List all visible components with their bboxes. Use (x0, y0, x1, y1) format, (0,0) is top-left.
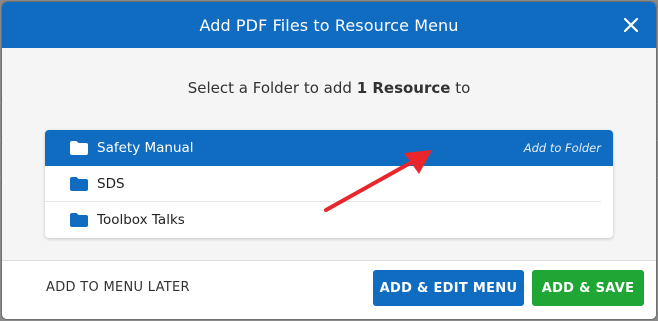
folder-icon (70, 141, 88, 155)
modal-footer: ADD TO MENU LATER ADD & EDIT MENU ADD & … (2, 260, 656, 319)
folder-row-toolbox-talks[interactable]: Toolbox Talks (45, 202, 601, 238)
add-pdf-modal: Add PDF Files to Resource Menu Select a … (2, 2, 656, 319)
folder-list: Safety Manual Add to Folder SDS Toolbox … (45, 130, 613, 238)
add-and-save-button[interactable]: ADD & SAVE (532, 270, 644, 306)
modal-body: Select a Folder to add 1 Resource to Saf… (2, 48, 656, 260)
modal-title: Add PDF Files to Resource Menu (199, 15, 459, 35)
folder-icon (70, 176, 88, 191)
folder-label: SDS (97, 175, 125, 192)
close-button[interactable] (616, 10, 646, 40)
resource-count: 1 Resource (356, 79, 451, 97)
folder-row-sds[interactable]: SDS (45, 166, 601, 202)
prompt-suffix: to (450, 79, 471, 97)
folder-label: Toolbox Talks (97, 212, 185, 228)
prompt-prefix: Select a Folder to add (187, 79, 357, 97)
close-icon (624, 18, 638, 32)
folder-row-safety-manual[interactable]: Safety Manual Add to Folder (45, 130, 613, 166)
modal-header: Add PDF Files to Resource Menu (2, 2, 656, 48)
folder-prompt: Select a Folder to add 1 Resource to (2, 79, 656, 97)
folder-icon (70, 213, 88, 227)
add-to-folder-link[interactable]: Add to Folder (524, 141, 601, 155)
folder-label: Safety Manual (97, 140, 194, 156)
add-and-edit-menu-button[interactable]: ADD & EDIT MENU (373, 270, 524, 306)
add-to-menu-later-button[interactable]: ADD TO MENU LATER (46, 280, 190, 295)
